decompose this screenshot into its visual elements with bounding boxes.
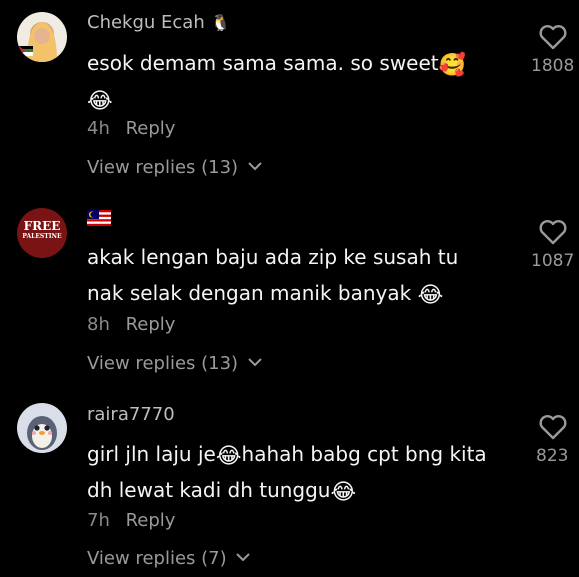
chevron-down-icon (248, 358, 262, 367)
heart-icon[interactable] (538, 412, 568, 442)
comment-meta: 7h Reply (87, 510, 175, 531)
view-replies-button[interactable]: View replies (13) (87, 157, 262, 178)
chevron-down-icon (248, 162, 262, 171)
comment-text-line: nak selak dengan manik banyak (87, 281, 412, 305)
avatar-text-line: PALESTINE (22, 233, 62, 240)
username[interactable]: raira7770 (87, 404, 175, 425)
view-replies-label: View replies (7) (87, 548, 227, 569)
reply-button[interactable]: Reply (126, 314, 176, 335)
avatar[interactable] (17, 403, 67, 453)
tears-of-joy-icon: 😂 (215, 444, 242, 469)
view-replies-label: View replies (13) (87, 157, 239, 178)
comment-text-line: dh lewat kadi dh tunggu (87, 478, 331, 502)
comment-meta: 4h Reply (87, 118, 175, 139)
username-text: Chekgu Ecah (87, 12, 205, 33)
like-count: 1808 (531, 56, 575, 76)
like-count: 823 (536, 446, 569, 466)
timestamp: 7h (87, 510, 110, 531)
view-replies-button[interactable]: View replies (7) (87, 548, 251, 569)
comment-text-line: akak lengan baju ada zip ke susah tu (87, 245, 459, 269)
penguin-avatar-image (27, 416, 57, 450)
view-replies-button[interactable]: View replies (13) (87, 353, 262, 374)
tears-of-joy-icon: 😂 (87, 89, 113, 114)
reply-button[interactable]: Reply (126, 118, 176, 139)
username[interactable]: Chekgu Ecah 🐧 (87, 12, 230, 33)
tears-of-joy-icon: 😂 (330, 480, 357, 505)
avatar[interactable] (17, 12, 67, 62)
avatar-image (17, 12, 67, 62)
heart-icon[interactable] (538, 217, 568, 247)
avatar-text-line: FREE (23, 219, 61, 233)
comment-text-line: esok demam sama sama. so sweet (87, 51, 439, 75)
comment-text: akak lengan baju ada zip ke susah tu nak… (87, 239, 507, 311)
penguin-icon: 🐧 (210, 13, 231, 32)
chevron-down-icon (236, 553, 251, 562)
reply-button[interactable]: Reply (126, 510, 176, 531)
avatar[interactable]: FREE PALESTINE (17, 208, 67, 258)
avatar-text: FREE PALESTINE (17, 220, 67, 241)
username[interactable] (87, 208, 111, 229)
heart-icon[interactable] (538, 22, 568, 52)
malaysia-flag-icon (87, 210, 111, 226)
comment-text-line: girl jln laju je (87, 442, 216, 466)
timestamp: 8h (87, 314, 110, 335)
tears-of-joy-icon: 😂 (417, 283, 444, 308)
like-count: 1087 (531, 251, 575, 271)
timestamp: 4h (87, 118, 110, 139)
comment-text-line: hahah babg cpt bng kita (241, 442, 487, 466)
comment-text: esok demam sama sama. so sweet🥰 😂 (87, 45, 507, 117)
smiling-face-hearts-icon: 🥰 (438, 53, 467, 78)
comment-text: girl jln laju je😂hahah babg cpt bng kita… (87, 436, 507, 508)
username-text: raira7770 (87, 404, 175, 425)
comment-meta: 8h Reply (87, 314, 175, 335)
view-replies-label: View replies (13) (87, 353, 239, 374)
